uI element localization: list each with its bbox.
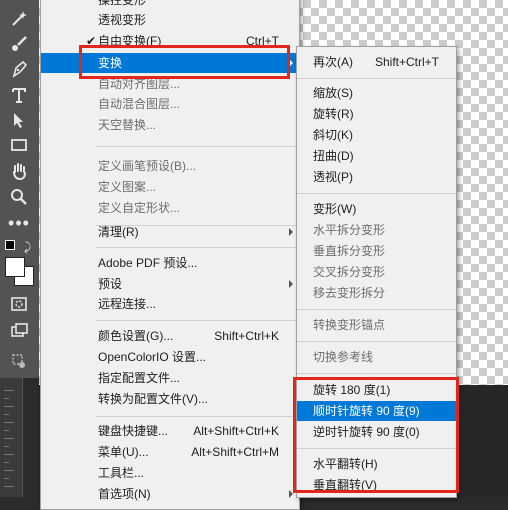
foreground-color-swatch[interactable] bbox=[5, 257, 25, 277]
submenu-arrow-icon bbox=[289, 59, 293, 67]
menu-item-transform[interactable]: 变换 bbox=[41, 53, 299, 73]
menu-item-presets[interactable]: 预设 bbox=[41, 274, 299, 294]
menu-item-puppet-warp[interactable]: 操控变形 bbox=[41, 0, 299, 10]
type-icon[interactable] bbox=[8, 84, 30, 106]
menu-item-color-settings[interactable]: 颜色设置(G)... Shift+Ctrl+K bbox=[41, 326, 299, 346]
transform-submenu: 再次(A) Shift+Ctrl+T 缩放(S) 旋转(R) 斜切(K) 扭曲(D… bbox=[296, 46, 457, 498]
menu-item-assign-profile[interactable]: 指定配置文件... bbox=[41, 368, 299, 388]
edit-menu: 操控变形 透视变形 ✔ 自由变换(F) Ctrl+T 变换 自动对齐图层... 自动… bbox=[40, 0, 300, 510]
menu-item-keyboard-shortcuts[interactable]: 键盘快捷键... Alt+Shift+Ctrl+K bbox=[41, 421, 299, 441]
submenu-item-flip-horizontal[interactable]: 水平翻转(H) bbox=[297, 454, 456, 474]
menu-item-remote-connections[interactable]: 远程连接... bbox=[41, 294, 299, 314]
default-colors-icon[interactable] bbox=[5, 240, 15, 250]
submenu-item-perspective[interactable]: 透视(P) bbox=[297, 167, 456, 187]
pen-icon[interactable] bbox=[8, 58, 30, 80]
rectangle-icon[interactable] bbox=[8, 134, 30, 156]
menu-item-adobe-pdf-presets[interactable]: Adobe PDF 预设... bbox=[41, 253, 299, 273]
brush-icon[interactable] bbox=[8, 33, 30, 55]
quick-mask-icon[interactable] bbox=[8, 293, 30, 315]
menu-separator bbox=[96, 416, 297, 417]
wand-icon[interactable] bbox=[8, 8, 30, 30]
submenu-item-toggle-guides[interactable]: 切换参考线 bbox=[297, 347, 456, 367]
menu-item-menus[interactable]: 菜单(U)... Alt+Shift+Ctrl+M bbox=[41, 442, 299, 462]
menu-item-opencolorio-settings[interactable]: OpenColorIO 设置... bbox=[41, 347, 299, 367]
submenu-item-scale[interactable]: 缩放(S) bbox=[297, 83, 456, 103]
submenu-arrow-icon bbox=[289, 280, 293, 288]
submenu-item-again[interactable]: 再次(A) Shift+Ctrl+T bbox=[297, 52, 456, 72]
tools-panel: ••• ⤸ bbox=[0, 0, 39, 378]
menu-separator bbox=[96, 146, 297, 147]
menu-separator bbox=[297, 309, 456, 310]
menu-separator bbox=[297, 341, 456, 342]
submenu-item-warp[interactable]: 变形(W) bbox=[297, 199, 456, 219]
menu-item-convert-to-profile[interactable]: 转换为配置文件(V)... bbox=[41, 389, 299, 409]
menu-item-toolbar[interactable]: 工具栏... bbox=[41, 463, 299, 483]
menu-item-auto-blend-layers[interactable]: 自动混合图层... bbox=[41, 94, 299, 114]
menu-separator bbox=[297, 78, 456, 79]
menu-item-perspective-warp[interactable]: 透视变形 bbox=[41, 10, 299, 30]
menu-item-purge[interactable]: 清理(R) bbox=[41, 222, 299, 242]
submenu-item-remove-warp-split[interactable]: 移去变形拆分 bbox=[297, 283, 456, 303]
menu-separator bbox=[297, 193, 456, 194]
submenu-item-flip-vertical[interactable]: 垂直翻转(V) bbox=[297, 475, 456, 495]
submenu-item-rotate[interactable]: 旋转(R) bbox=[297, 104, 456, 124]
more-tools-icon[interactable]: ••• bbox=[8, 212, 30, 234]
swap-colors-icon[interactable]: ⤸ bbox=[24, 240, 31, 255]
submenu-item-rotate-90-cw[interactable]: 顺时针旋转 90 度(9) bbox=[297, 401, 456, 421]
select-arrow-icon[interactable] bbox=[8, 109, 30, 131]
submenu-item-rotate-90-ccw[interactable]: 逆时针旋转 90 度(0) bbox=[297, 422, 456, 442]
menu-item-define-brush[interactable]: 定义画笔预设(B)... bbox=[41, 156, 299, 176]
menu-item-define-pattern[interactable]: 定义图案... bbox=[41, 177, 299, 197]
zoom-icon[interactable] bbox=[8, 186, 30, 208]
submenu-arrow-icon bbox=[289, 228, 293, 236]
menu-item-preferences[interactable]: 首选项(N) bbox=[41, 484, 299, 504]
menu-separator bbox=[297, 373, 456, 374]
submenu-item-skew[interactable]: 斜切(K) bbox=[297, 125, 456, 145]
submenu-item-rotate-180[interactable]: 旋转 180 度(1) bbox=[297, 380, 456, 400]
menu-item-sky-replacement[interactable]: 天空替换... bbox=[41, 115, 299, 135]
edit-toolbar-icon[interactable] bbox=[8, 350, 30, 372]
checkmark-icon: ✔ bbox=[86, 34, 97, 48]
submenu-item-split-warp-horizontal[interactable]: 水平拆分变形 bbox=[297, 220, 456, 240]
submenu-item-split-warp-vertical[interactable]: 垂直拆分变形 bbox=[297, 241, 456, 261]
hand-icon[interactable] bbox=[8, 160, 30, 182]
menu-separator bbox=[297, 448, 456, 449]
menu-item-define-custom-shape[interactable]: 定义自定形状... bbox=[41, 198, 299, 218]
submenu-item-split-warp-crosswise[interactable]: 交叉拆分变形 bbox=[297, 262, 456, 282]
submenu-item-distort[interactable]: 扭曲(D) bbox=[297, 146, 456, 166]
vertical-ruler bbox=[0, 378, 23, 497]
menu-item-auto-align-layers[interactable]: 自动对齐图层... bbox=[41, 74, 299, 94]
menu-separator bbox=[96, 320, 297, 321]
screen-mode-icon[interactable] bbox=[8, 320, 30, 342]
menu-separator bbox=[96, 247, 297, 248]
submenu-item-convert-warp-anchor[interactable]: 转换变形锚点 bbox=[297, 315, 456, 335]
menu-item-free-transform[interactable]: ✔ 自由变换(F) Ctrl+T bbox=[41, 31, 299, 51]
